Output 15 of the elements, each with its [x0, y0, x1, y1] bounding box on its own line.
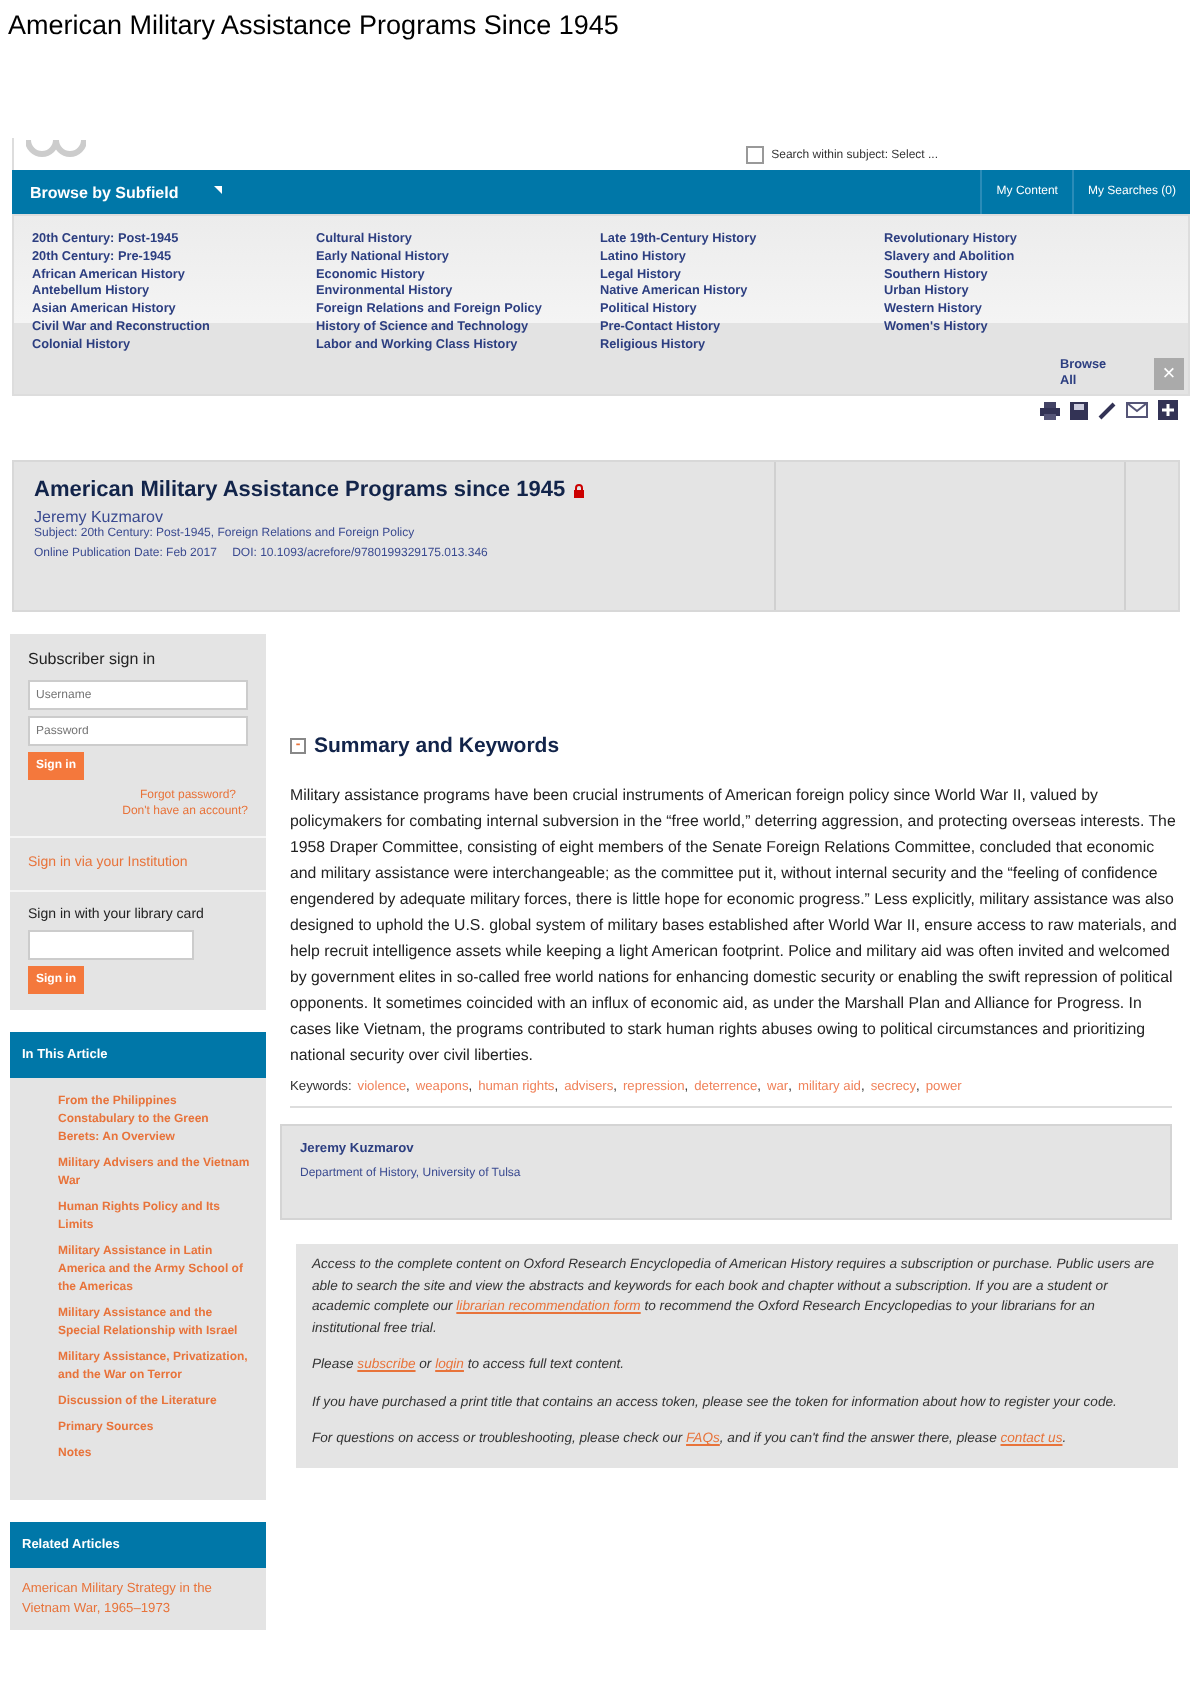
pencil-icon[interactable]: [1098, 401, 1116, 419]
page-title: American Military Assistance Programs Since 1945: [6, 8, 621, 44]
browse-by-subfield-menu[interactable]: Browse by Subfield: [12, 170, 179, 214]
author-link[interactable]: Jeremy Kuzmarov: [34, 508, 163, 526]
sign-in-heading: Subscriber sign in: [28, 650, 156, 668]
print-icon[interactable]: [1040, 401, 1060, 419]
caret-icon: [214, 185, 223, 193]
logo-icon: [26, 138, 86, 162]
section-heading: Summary and Keywords: [314, 734, 560, 758]
library-card-field[interactable]: [28, 930, 194, 960]
mail-icon[interactable]: [1126, 402, 1148, 418]
save-icon[interactable]: [1070, 401, 1088, 419]
add-icon[interactable]: [1158, 400, 1178, 420]
article-title: American Military Assistance Programs since 1945: [34, 478, 566, 502]
checkbox[interactable]: [745, 146, 764, 164]
